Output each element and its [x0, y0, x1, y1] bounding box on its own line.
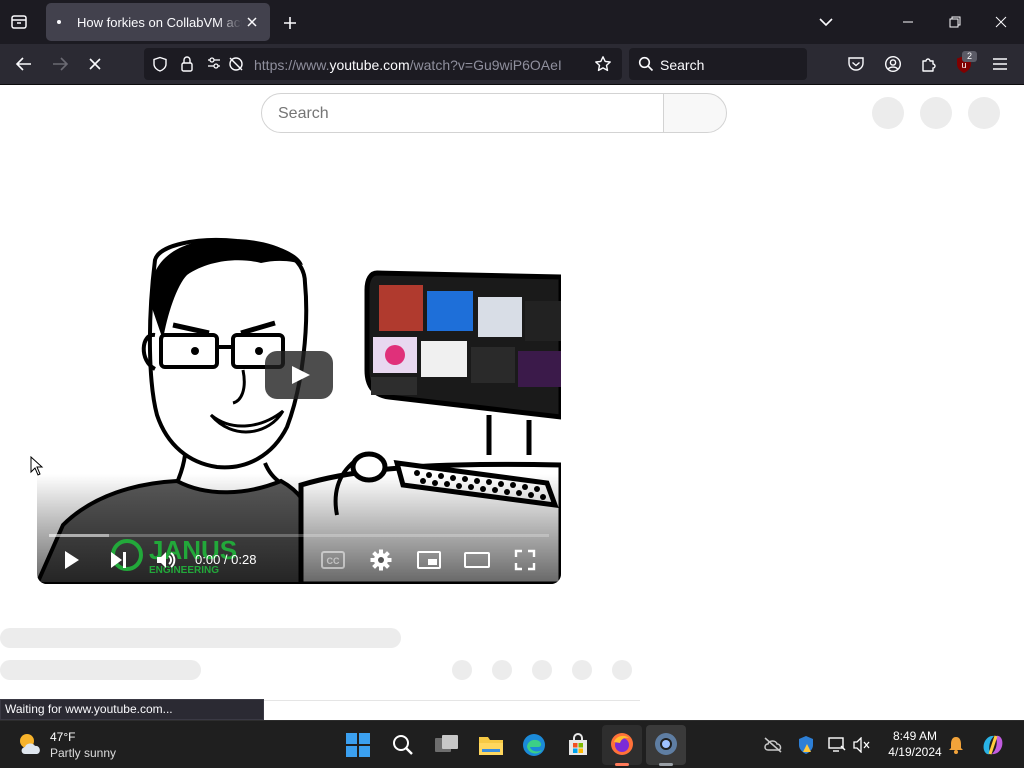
tab-title: How forkies on CollabVM act when: [77, 15, 242, 30]
pocket-icon[interactable]: [847, 56, 865, 73]
tab-strip: How forkies on CollabVM act when: [0, 0, 1024, 44]
volume-muted-icon[interactable]: [853, 737, 871, 753]
clock-date[interactable]: 4/19/2024: [884, 745, 946, 760]
search-icon: [638, 56, 654, 72]
progress-bar[interactable]: [49, 534, 549, 537]
browser-search-bar[interactable]: Search: [629, 48, 807, 80]
shield-icon[interactable]: [152, 56, 168, 72]
svg-text:CC: CC: [327, 556, 340, 566]
close-window-icon[interactable]: [995, 16, 1007, 28]
action-skeleton: [452, 660, 472, 680]
status-panel: Waiting for www.youtube.com...: [0, 699, 264, 720]
copilot-icon[interactable]: [980, 732, 1006, 758]
title-skeleton: [0, 628, 401, 648]
time-display: 0:00 / 0:28: [195, 552, 257, 567]
display-icon[interactable]: [828, 737, 846, 753]
defender-icon[interactable]: [797, 735, 815, 755]
weather-temperature: 47°F: [50, 730, 76, 744]
large-play-button[interactable]: [265, 351, 333, 399]
camera-blocked-icon[interactable]: [227, 55, 245, 73]
cloud-off-icon[interactable]: [763, 737, 783, 753]
search-icon[interactable]: [392, 734, 414, 756]
firefox-icon[interactable]: [610, 732, 634, 756]
url-text: https://www.youtube.com/watch?v=Gu9wiP6O…: [254, 57, 562, 73]
back-icon[interactable]: [15, 56, 33, 72]
loading-indicator: [57, 20, 61, 24]
video-player[interactable]: JANUS ENGINEERING 0:00 / 0:28 CC: [37, 165, 561, 584]
next-icon[interactable]: [109, 550, 129, 570]
stop-icon[interactable]: [88, 57, 102, 71]
play-icon[interactable]: [63, 549, 81, 571]
volume-icon[interactable]: [155, 550, 177, 570]
weather-description: Partly sunny: [50, 746, 117, 760]
action-skeleton: [612, 660, 632, 680]
browser-search-placeholder: Search: [660, 57, 705, 73]
clock-time[interactable]: 8:49 AM: [884, 729, 946, 744]
youtube-search-placeholder: Search: [278, 105, 329, 122]
extensions-icon[interactable]: [920, 55, 938, 73]
taskbar: 47°F Partly sunny 8:49 AM 4/19/2024: [0, 720, 1024, 768]
new-tab-icon[interactable]: [282, 15, 298, 31]
mouse-cursor-icon: [30, 456, 44, 476]
bookmark-star-icon[interactable]: [594, 55, 612, 73]
monitor-stand: [486, 415, 532, 455]
restore-icon[interactable]: [949, 16, 961, 28]
youtube-search-input[interactable]: Search: [261, 93, 664, 133]
start-icon[interactable]: [346, 733, 370, 757]
cc-icon[interactable]: CC: [321, 551, 345, 569]
progress-loaded: [49, 534, 109, 537]
navigation-toolbar: https://www.youtube.com/watch?v=Gu9wiP6O…: [0, 44, 1024, 85]
file-explorer-icon[interactable]: [478, 733, 504, 757]
theater-icon[interactable]: [464, 552, 490, 568]
tab-list-icon[interactable]: [10, 13, 28, 31]
miniplayer-icon[interactable]: [417, 551, 441, 569]
chrome-icon[interactable]: [654, 732, 678, 756]
action-skeleton: [572, 660, 592, 680]
bell-icon[interactable]: [948, 736, 964, 754]
minimize-icon[interactable]: [902, 16, 914, 28]
settings-icon[interactable]: [370, 549, 392, 571]
header-skeleton-button: [920, 97, 952, 129]
action-skeleton: [492, 660, 512, 680]
permissions-icon[interactable]: [207, 56, 221, 70]
weather-icon[interactable]: [16, 730, 44, 758]
extension-badge: 2: [962, 51, 977, 62]
chrome-running-indicator: [659, 763, 673, 766]
address-bar[interactable]: https://www.youtube.com/watch?v=Gu9wiP6O…: [144, 48, 622, 80]
firefox-running-indicator: [615, 763, 629, 766]
chevron-down-icon[interactable]: [818, 15, 834, 29]
menu-icon[interactable]: [992, 57, 1008, 71]
task-view-icon[interactable]: [434, 734, 460, 756]
edge-icon[interactable]: [522, 733, 546, 757]
close-icon[interactable]: [245, 15, 259, 29]
header-skeleton-button: [872, 97, 904, 129]
account-icon[interactable]: [884, 55, 902, 73]
forward-icon[interactable]: [51, 56, 69, 72]
store-icon[interactable]: [566, 733, 590, 757]
active-tab[interactable]: How forkies on CollabVM act when: [46, 3, 270, 41]
channel-skeleton: [0, 660, 201, 680]
fullscreen-icon[interactable]: [514, 549, 536, 571]
action-skeleton: [532, 660, 552, 680]
youtube-search-button[interactable]: [663, 93, 727, 133]
lock-icon[interactable]: [180, 55, 194, 73]
header-skeleton-button: [968, 97, 1000, 129]
